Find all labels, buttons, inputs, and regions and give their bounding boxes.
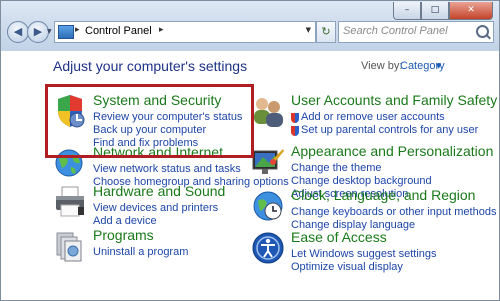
category-title[interactable]: Hardware and Sound (93, 183, 225, 199)
category-link[interactable]: Set up parental controls for any user (301, 124, 478, 136)
main-content: Adjust your computer's settings View by:… (1, 51, 499, 300)
category-title[interactable]: User Accounts and Family Safety (291, 92, 497, 108)
breadcrumb-separator-trailing[interactable]: ▸ (159, 25, 164, 35)
category-link[interactable]: Add or remove user accounts (301, 111, 445, 123)
programs-icon (56, 232, 82, 262)
minimize-button[interactable]: – (393, 2, 421, 20)
search-icon[interactable] (476, 25, 489, 38)
uac-shield-icon (291, 113, 299, 123)
search-box[interactable]: Search Control Panel (338, 21, 494, 43)
printer-icon (56, 186, 84, 217)
uac-shield-icon (291, 126, 299, 136)
category-link[interactable]: Review your computer's status (93, 111, 242, 123)
window-controls: – □ ✕ (393, 2, 493, 20)
category-title[interactable]: Appearance and Personalization (291, 143, 493, 159)
search-input[interactable]: Search Control Panel (343, 25, 448, 37)
chevron-down-icon[interactable]: ▼ (436, 62, 441, 70)
address-dropdown-icon[interactable]: ▼ (306, 26, 311, 34)
category-link[interactable]: View network status and tasks (93, 163, 241, 175)
category-link[interactable]: Add a device (93, 215, 157, 227)
view-by-label: View by: (361, 60, 403, 72)
network-globe-icon (55, 149, 83, 177)
page-title: Adjust your computer's settings (53, 58, 248, 74)
users-icon (254, 98, 283, 127)
maximize-button[interactable]: □ (421, 2, 449, 20)
breadcrumb-separator[interactable]: ▸ (75, 25, 80, 35)
back-button[interactable]: ◀ (7, 21, 29, 43)
address-bar[interactable]: ▸ Control Panel ▸ ▼ (54, 21, 316, 43)
category-link[interactable]: Let Windows suggest settings (291, 248, 437, 260)
category-link[interactable]: Change the theme (291, 162, 382, 174)
forward-button[interactable]: ▶ (27, 21, 49, 43)
category-link[interactable]: View devices and printers (93, 202, 218, 214)
personalization-icon (252, 149, 284, 174)
close-button[interactable]: ✕ (449, 2, 493, 20)
control-panel-icon (58, 25, 74, 39)
category-link[interactable]: Back up your computer (93, 124, 206, 136)
security-shield-icon (58, 95, 85, 128)
category-link[interactable]: Optimize visual display (291, 261, 403, 273)
ease-of-access-icon (252, 232, 284, 264)
category-link[interactable]: Change keyboards or other input methods (291, 206, 496, 218)
category-link[interactable]: Change desktop background (291, 175, 432, 187)
category-title[interactable]: Clock, Language, and Region (291, 187, 475, 203)
clock-globe-icon (253, 191, 283, 221)
recent-pages-dropdown[interactable]: ▼ (47, 28, 52, 35)
category-title[interactable]: Network and Internet (93, 144, 223, 160)
title-bar: – □ ✕ ◀ ▶ ▼ ▸ Control Panel ▸ ▼ ↻ Search… (1, 1, 499, 51)
category-link[interactable]: Uninstall a program (93, 246, 188, 258)
category-title[interactable]: System and Security (93, 92, 221, 108)
category-title[interactable]: Programs (93, 227, 154, 243)
refresh-button[interactable]: ↻ (316, 21, 336, 43)
category-title[interactable]: Ease of Access (291, 229, 387, 245)
breadcrumb-control-panel[interactable]: Control Panel (85, 25, 152, 37)
control-panel-window: – □ ✕ ◀ ▶ ▼ ▸ Control Panel ▸ ▼ ↻ Search… (0, 0, 500, 301)
